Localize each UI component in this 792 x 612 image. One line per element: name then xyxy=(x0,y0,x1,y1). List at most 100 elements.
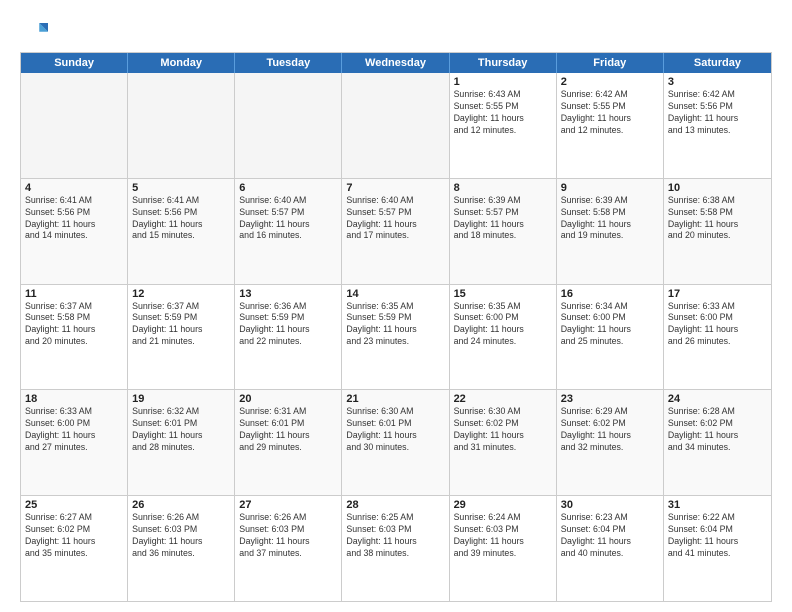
day-info: Sunrise: 6:30 AM Sunset: 6:01 PM Dayligh… xyxy=(346,406,444,454)
calendar-week-row: 11Sunrise: 6:37 AM Sunset: 5:58 PM Dayli… xyxy=(21,284,771,390)
calendar-day-cell: 19Sunrise: 6:32 AM Sunset: 6:01 PM Dayli… xyxy=(128,390,235,495)
calendar-day-cell: 3Sunrise: 6:42 AM Sunset: 5:56 PM Daylig… xyxy=(664,73,771,178)
day-info: Sunrise: 6:42 AM Sunset: 5:55 PM Dayligh… xyxy=(561,89,659,137)
day-info: Sunrise: 6:37 AM Sunset: 5:58 PM Dayligh… xyxy=(25,301,123,349)
day-info: Sunrise: 6:41 AM Sunset: 5:56 PM Dayligh… xyxy=(132,195,230,243)
calendar-header-cell: Tuesday xyxy=(235,53,342,73)
calendar-header-cell: Sunday xyxy=(21,53,128,73)
calendar-week-row: 1Sunrise: 6:43 AM Sunset: 5:55 PM Daylig… xyxy=(21,73,771,178)
day-info: Sunrise: 6:29 AM Sunset: 6:02 PM Dayligh… xyxy=(561,406,659,454)
day-info: Sunrise: 6:28 AM Sunset: 6:02 PM Dayligh… xyxy=(668,406,767,454)
logo xyxy=(20,16,52,44)
day-info: Sunrise: 6:31 AM Sunset: 6:01 PM Dayligh… xyxy=(239,406,337,454)
day-info: Sunrise: 6:38 AM Sunset: 5:58 PM Dayligh… xyxy=(668,195,767,243)
day-info: Sunrise: 6:36 AM Sunset: 5:59 PM Dayligh… xyxy=(239,301,337,349)
calendar-day-cell: 11Sunrise: 6:37 AM Sunset: 5:58 PM Dayli… xyxy=(21,285,128,390)
calendar-week-row: 25Sunrise: 6:27 AM Sunset: 6:02 PM Dayli… xyxy=(21,495,771,601)
calendar-day-cell: 24Sunrise: 6:28 AM Sunset: 6:02 PM Dayli… xyxy=(664,390,771,495)
day-number: 9 xyxy=(561,182,659,194)
day-info: Sunrise: 6:26 AM Sunset: 6:03 PM Dayligh… xyxy=(239,512,337,560)
calendar-day-cell: 20Sunrise: 6:31 AM Sunset: 6:01 PM Dayli… xyxy=(235,390,342,495)
calendar-day-cell xyxy=(21,73,128,178)
day-info: Sunrise: 6:25 AM Sunset: 6:03 PM Dayligh… xyxy=(346,512,444,560)
header xyxy=(20,16,772,44)
calendar-day-cell: 9Sunrise: 6:39 AM Sunset: 5:58 PM Daylig… xyxy=(557,179,664,284)
day-number: 13 xyxy=(239,288,337,300)
day-number: 2 xyxy=(561,76,659,88)
calendar-day-cell: 6Sunrise: 6:40 AM Sunset: 5:57 PM Daylig… xyxy=(235,179,342,284)
calendar-header-cell: Thursday xyxy=(450,53,557,73)
calendar-day-cell xyxy=(342,73,449,178)
calendar-week-row: 18Sunrise: 6:33 AM Sunset: 6:00 PM Dayli… xyxy=(21,389,771,495)
day-number: 24 xyxy=(668,393,767,405)
calendar-day-cell: 15Sunrise: 6:35 AM Sunset: 6:00 PM Dayli… xyxy=(450,285,557,390)
day-info: Sunrise: 6:35 AM Sunset: 6:00 PM Dayligh… xyxy=(454,301,552,349)
day-info: Sunrise: 6:35 AM Sunset: 5:59 PM Dayligh… xyxy=(346,301,444,349)
calendar-day-cell: 23Sunrise: 6:29 AM Sunset: 6:02 PM Dayli… xyxy=(557,390,664,495)
day-number: 8 xyxy=(454,182,552,194)
calendar-day-cell: 1Sunrise: 6:43 AM Sunset: 5:55 PM Daylig… xyxy=(450,73,557,178)
calendar-day-cell: 26Sunrise: 6:26 AM Sunset: 6:03 PM Dayli… xyxy=(128,496,235,601)
calendar-day-cell: 22Sunrise: 6:30 AM Sunset: 6:02 PM Dayli… xyxy=(450,390,557,495)
day-number: 22 xyxy=(454,393,552,405)
calendar-day-cell: 30Sunrise: 6:23 AM Sunset: 6:04 PM Dayli… xyxy=(557,496,664,601)
day-info: Sunrise: 6:42 AM Sunset: 5:56 PM Dayligh… xyxy=(668,89,767,137)
day-info: Sunrise: 6:22 AM Sunset: 6:04 PM Dayligh… xyxy=(668,512,767,560)
calendar-day-cell: 25Sunrise: 6:27 AM Sunset: 6:02 PM Dayli… xyxy=(21,496,128,601)
day-number: 18 xyxy=(25,393,123,405)
day-number: 20 xyxy=(239,393,337,405)
day-info: Sunrise: 6:23 AM Sunset: 6:04 PM Dayligh… xyxy=(561,512,659,560)
calendar-header-cell: Friday xyxy=(557,53,664,73)
day-number: 11 xyxy=(25,288,123,300)
day-number: 25 xyxy=(25,499,123,511)
calendar-header-cell: Monday xyxy=(128,53,235,73)
day-info: Sunrise: 6:27 AM Sunset: 6:02 PM Dayligh… xyxy=(25,512,123,560)
calendar-day-cell: 7Sunrise: 6:40 AM Sunset: 5:57 PM Daylig… xyxy=(342,179,449,284)
day-number: 14 xyxy=(346,288,444,300)
day-number: 7 xyxy=(346,182,444,194)
calendar-day-cell: 29Sunrise: 6:24 AM Sunset: 6:03 PM Dayli… xyxy=(450,496,557,601)
logo-icon xyxy=(20,16,48,44)
calendar-day-cell: 5Sunrise: 6:41 AM Sunset: 5:56 PM Daylig… xyxy=(128,179,235,284)
day-info: Sunrise: 6:26 AM Sunset: 6:03 PM Dayligh… xyxy=(132,512,230,560)
day-number: 29 xyxy=(454,499,552,511)
day-number: 31 xyxy=(668,499,767,511)
day-info: Sunrise: 6:40 AM Sunset: 5:57 PM Dayligh… xyxy=(346,195,444,243)
day-number: 26 xyxy=(132,499,230,511)
day-info: Sunrise: 6:39 AM Sunset: 5:57 PM Dayligh… xyxy=(454,195,552,243)
calendar-week-row: 4Sunrise: 6:41 AM Sunset: 5:56 PM Daylig… xyxy=(21,178,771,284)
calendar-day-cell: 8Sunrise: 6:39 AM Sunset: 5:57 PM Daylig… xyxy=(450,179,557,284)
calendar-day-cell: 14Sunrise: 6:35 AM Sunset: 5:59 PM Dayli… xyxy=(342,285,449,390)
day-info: Sunrise: 6:40 AM Sunset: 5:57 PM Dayligh… xyxy=(239,195,337,243)
day-info: Sunrise: 6:43 AM Sunset: 5:55 PM Dayligh… xyxy=(454,89,552,137)
calendar: SundayMondayTuesdayWednesdayThursdayFrid… xyxy=(20,52,772,602)
day-number: 21 xyxy=(346,393,444,405)
day-number: 23 xyxy=(561,393,659,405)
day-number: 16 xyxy=(561,288,659,300)
calendar-day-cell: 16Sunrise: 6:34 AM Sunset: 6:00 PM Dayli… xyxy=(557,285,664,390)
calendar-header-cell: Wednesday xyxy=(342,53,449,73)
calendar-day-cell: 12Sunrise: 6:37 AM Sunset: 5:59 PM Dayli… xyxy=(128,285,235,390)
calendar-day-cell: 2Sunrise: 6:42 AM Sunset: 5:55 PM Daylig… xyxy=(557,73,664,178)
page: SundayMondayTuesdayWednesdayThursdayFrid… xyxy=(0,0,792,612)
day-number: 27 xyxy=(239,499,337,511)
day-number: 30 xyxy=(561,499,659,511)
calendar-header-row: SundayMondayTuesdayWednesdayThursdayFrid… xyxy=(21,53,771,73)
day-info: Sunrise: 6:33 AM Sunset: 6:00 PM Dayligh… xyxy=(25,406,123,454)
day-number: 17 xyxy=(668,288,767,300)
calendar-day-cell: 18Sunrise: 6:33 AM Sunset: 6:00 PM Dayli… xyxy=(21,390,128,495)
calendar-header-cell: Saturday xyxy=(664,53,771,73)
calendar-day-cell: 27Sunrise: 6:26 AM Sunset: 6:03 PM Dayli… xyxy=(235,496,342,601)
calendar-day-cell xyxy=(128,73,235,178)
day-number: 6 xyxy=(239,182,337,194)
day-info: Sunrise: 6:30 AM Sunset: 6:02 PM Dayligh… xyxy=(454,406,552,454)
calendar-day-cell: 31Sunrise: 6:22 AM Sunset: 6:04 PM Dayli… xyxy=(664,496,771,601)
day-info: Sunrise: 6:37 AM Sunset: 5:59 PM Dayligh… xyxy=(132,301,230,349)
day-info: Sunrise: 6:32 AM Sunset: 6:01 PM Dayligh… xyxy=(132,406,230,454)
day-number: 5 xyxy=(132,182,230,194)
calendar-day-cell: 17Sunrise: 6:33 AM Sunset: 6:00 PM Dayli… xyxy=(664,285,771,390)
day-number: 12 xyxy=(132,288,230,300)
day-number: 10 xyxy=(668,182,767,194)
day-number: 1 xyxy=(454,76,552,88)
calendar-day-cell: 13Sunrise: 6:36 AM Sunset: 5:59 PM Dayli… xyxy=(235,285,342,390)
